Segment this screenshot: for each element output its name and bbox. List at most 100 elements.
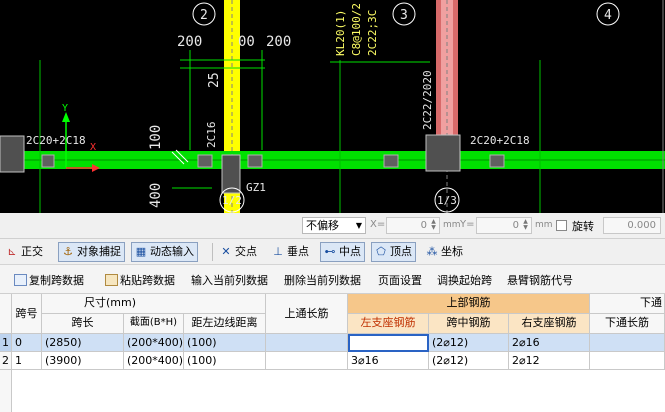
cell-mid-span[interactable]: (2⌀12): [429, 334, 509, 352]
paste-icon: [105, 274, 118, 286]
cell-top-through[interactable]: [266, 334, 348, 352]
cell-section[interactable]: (200*400): [124, 352, 184, 370]
rotate-label: 旋转: [572, 220, 594, 233]
column-box-left[interactable]: [0, 135, 25, 173]
col-header-size-group: 尺寸(mm): [42, 294, 266, 314]
axis-badge-1-2: 1/2: [222, 194, 242, 207]
cell-edge-distance[interactable]: (100): [184, 334, 266, 352]
span-command-bar: 复制跨数据 粘贴跨数据 输入当前列数据 删除当前列数据 页面设置 调换起始跨 悬…: [0, 265, 665, 294]
ortho-button[interactable]: ⊾ 正交: [2, 242, 47, 262]
separator: [212, 243, 213, 261]
input-column-data-button[interactable]: 输入当前列数据: [191, 272, 268, 288]
y-value: 0: [512, 220, 519, 231]
coordinate-button[interactable]: ⁂ 坐标: [422, 242, 467, 262]
vert-label-2c16: 2C16: [205, 122, 218, 149]
axis-badge-3-label: 3: [400, 8, 408, 23]
paste-span-data-label: 粘贴跨数据: [120, 274, 175, 287]
cell-edge-distance[interactable]: (100): [184, 352, 266, 370]
y-unit: mm: [535, 220, 553, 230]
intersection-label: 交点: [235, 245, 257, 258]
cell-left-support-active[interactable]: [348, 334, 429, 352]
intersection-icon: ✕: [221, 245, 231, 258]
rotate-checkbox[interactable]: [556, 220, 567, 231]
cantilever-rebar-code-button[interactable]: 悬臂钢筋代号: [507, 272, 573, 288]
offset-mode-select[interactable]: 不偏移 ▼: [302, 217, 366, 234]
x-label: X=: [370, 219, 386, 230]
cell-section[interactable]: (200*400): [124, 334, 184, 352]
intersection-button[interactable]: ✕ 交点: [216, 242, 261, 262]
page-setup-button[interactable]: 页面设置: [378, 272, 422, 288]
coordinate-icon: ⁂: [426, 245, 438, 258]
beam-label-line-2: C8@100/2: [350, 3, 363, 56]
midpoint-label: 中点: [339, 245, 361, 258]
vert-label-25: 25: [207, 72, 222, 88]
cad-drawing: Y X 2 3 4 200 00 200 KL20(1) C8@100/2 2C…: [0, 0, 665, 213]
col-header-span-length: 跨长: [42, 314, 124, 334]
object-snap-button[interactable]: ⚓ 对象捕捉: [58, 242, 125, 262]
swap-start-span-button[interactable]: 调换起始跨: [437, 272, 492, 288]
x-unit: mm: [443, 220, 461, 230]
offset-mode-value: 不偏移: [306, 219, 339, 232]
beam-label-line-1: KL20(1): [334, 10, 347, 56]
axis-badge-1-3: 1/3: [437, 194, 457, 207]
cell-span-no[interactable]: 0: [12, 334, 42, 352]
x-spinner[interactable]: ▲ ▼: [429, 219, 438, 232]
top-dim-3: 200: [266, 34, 291, 50]
row-index[interactable]: 2: [0, 352, 12, 370]
delete-column-data-button[interactable]: 删除当前列数据: [284, 272, 361, 288]
vertex-icon: ⬠: [376, 245, 386, 258]
vertex-button[interactable]: ⬠ 顶点: [371, 242, 416, 262]
top-dim-2: 00: [238, 34, 255, 50]
vert-label-400: 400: [148, 183, 164, 208]
cell-right-support[interactable]: 2⌀12: [509, 352, 590, 370]
rotate-input[interactable]: 0.000: [603, 217, 661, 234]
cell-bottom-through[interactable]: [590, 352, 665, 370]
cell-mid-span[interactable]: (2⌀12): [429, 352, 509, 370]
dynamic-input-icon: ▦: [135, 245, 147, 258]
row-index[interactable]: 1: [0, 334, 12, 352]
copy-span-data-button[interactable]: 复制跨数据: [14, 272, 84, 288]
col-header-right-support: 右支座钢筋: [509, 314, 590, 334]
span-data-table: 跨号 尺寸(mm) 跨长 截面(B*H) 距左边线距离 上通长筋 上部钢筋 左支…: [0, 294, 665, 412]
paste-span-data-button[interactable]: 粘贴跨数据: [105, 272, 175, 288]
chevron-down-icon: ▼: [355, 221, 362, 230]
cell-span-length[interactable]: (3900): [42, 352, 124, 370]
col-header-top-through: 上通长筋: [266, 294, 348, 334]
cell-span-no[interactable]: 1: [12, 352, 42, 370]
x-input[interactable]: 0 ▲ ▼: [386, 217, 440, 234]
perpendicular-button[interactable]: ⊥ 垂点: [268, 242, 313, 262]
y-label: Y=: [460, 219, 475, 230]
y-spinner[interactable]: ▲ ▼: [521, 219, 530, 232]
rebar-label-right: 2C20+2C18: [470, 134, 530, 147]
column-box-right[interactable]: [425, 134, 461, 172]
rebar-label-left: 2C20+2C18: [26, 134, 86, 147]
rotate-value: 0.000: [627, 220, 656, 231]
col-header-top-rebar: 上部钢筋: [348, 294, 590, 314]
col-header-left-support: 左支座钢筋: [348, 314, 429, 334]
cell-span-length[interactable]: (2850): [42, 334, 124, 352]
copy-icon: [14, 274, 27, 286]
col-header-bottom-group: 下通: [590, 294, 665, 314]
object-snap-icon: ⚓: [63, 245, 73, 258]
midpoint-button[interactable]: ⊷ 中点: [320, 242, 365, 262]
svg-text:Y: Y: [62, 103, 68, 114]
col-header-mid-span: 跨中钢筋: [429, 314, 509, 334]
cell-right-support[interactable]: 2⌀16: [509, 334, 590, 352]
col-header-section: 截面(B*H): [124, 314, 184, 334]
dynamic-input-button[interactable]: ▦ 动态输入: [131, 242, 198, 262]
coordinate-bar: 不偏移 ▼ X= 0 ▲ ▼ mm Y= 0 ▲ ▼ mm 旋转 0.000: [0, 213, 665, 239]
cell-top-through[interactable]: [266, 352, 348, 370]
beam-label-line-3: 2C22;3C: [366, 10, 379, 56]
x-value: 0: [420, 220, 427, 231]
snap-toolbar: ⊾ 正交 ⚓ 对象捕捉 ▦ 动态输入 ✕ 交点 ⊥ 垂点 ⊷ 中点 ⬠ 顶点 ⁂…: [0, 239, 665, 265]
cad-drawing-canvas[interactable]: Y X 2 3 4 200 00 200 KL20(1) C8@100/2 2C…: [0, 0, 665, 213]
cell-bottom-through[interactable]: [590, 334, 665, 352]
col-header-bottom-through: 下通长筋: [590, 314, 665, 334]
perpendicular-icon: ⊥: [273, 245, 283, 258]
vert-label-2c22: 2C22/2020: [421, 70, 434, 130]
cell-left-support[interactable]: 3⌀16: [348, 352, 429, 370]
midpoint-icon: ⊷: [324, 245, 336, 258]
y-input[interactable]: 0 ▲ ▼: [476, 217, 532, 234]
col-header-edge-distance: 距左边线距离: [184, 314, 266, 334]
svg-text:X: X: [90, 142, 96, 153]
